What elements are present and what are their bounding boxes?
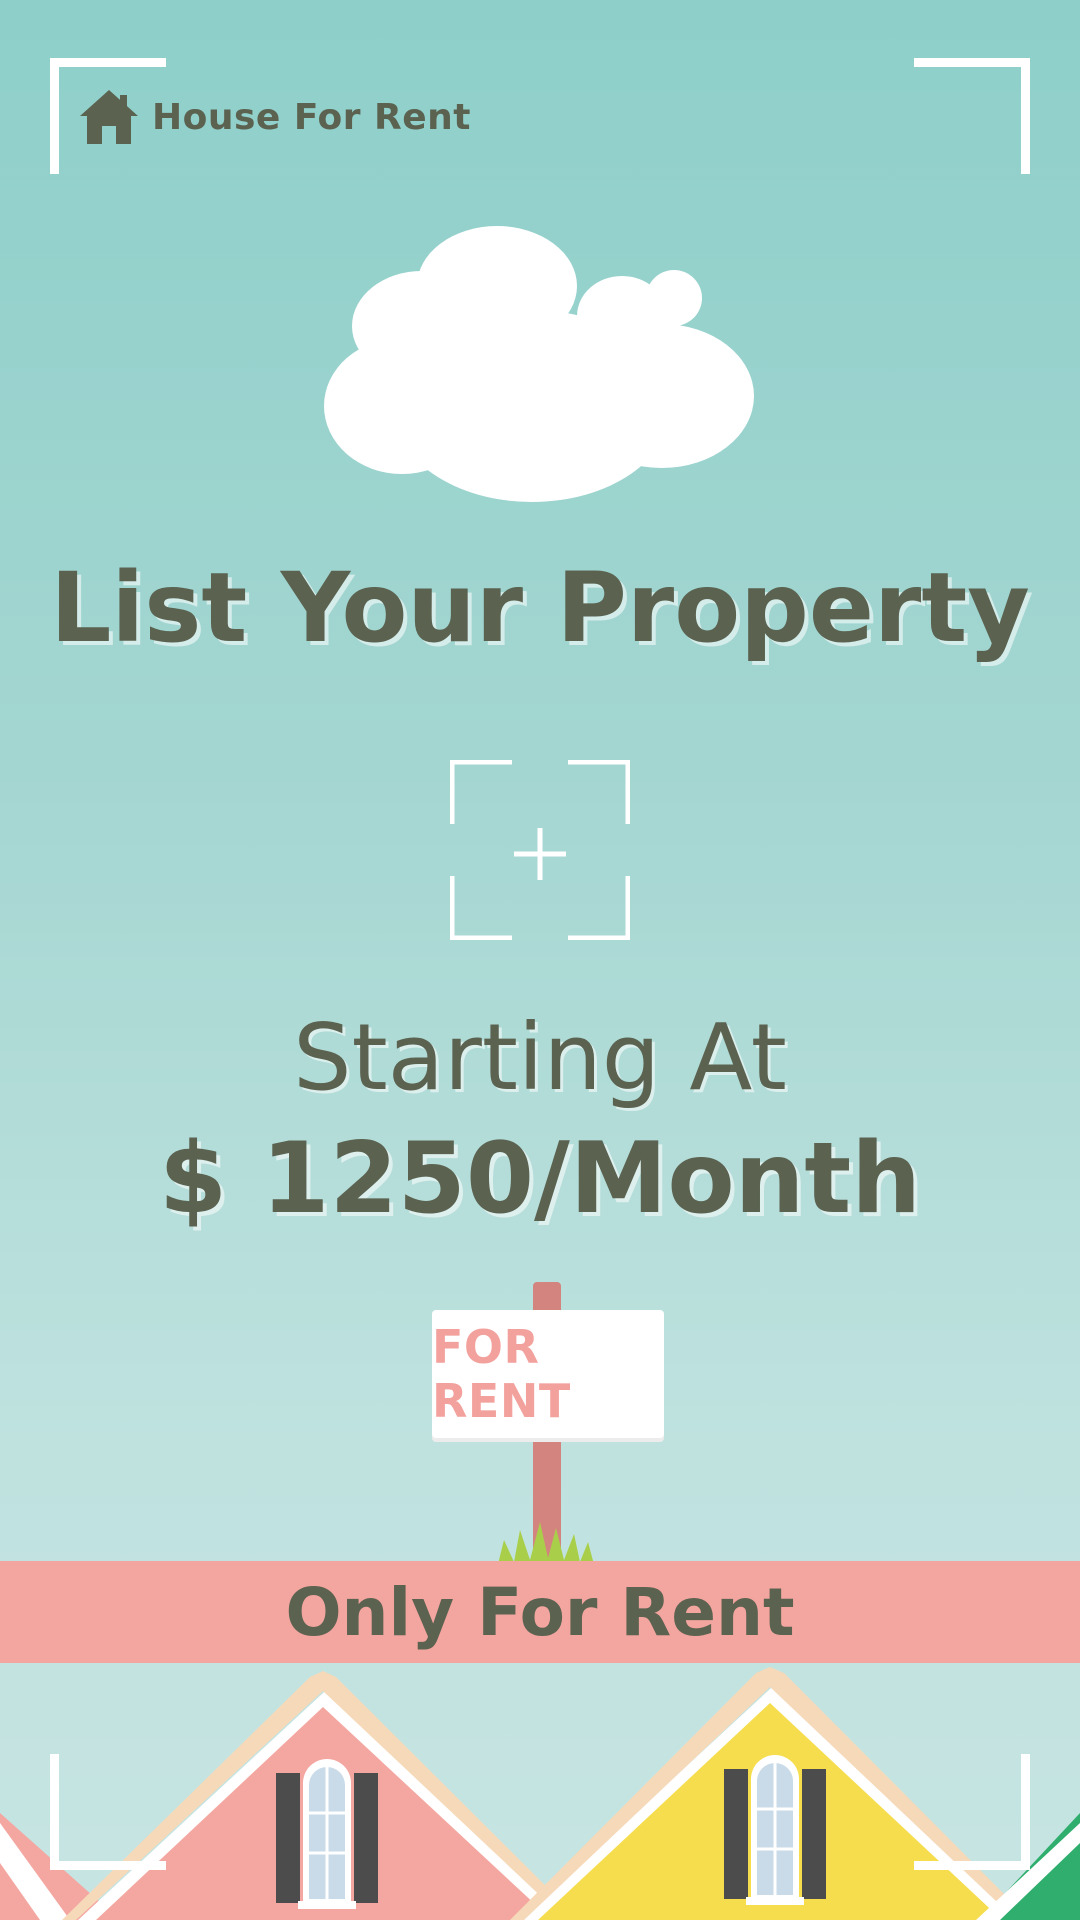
headline: List Your Property	[50, 552, 1030, 664]
sign-text: FOR RENT	[432, 1320, 571, 1428]
frame-corner-bottom-right	[914, 1754, 1030, 1870]
brand-logo: House For Rent	[78, 86, 471, 148]
banner-text: Only For Rent	[285, 1573, 795, 1651]
for-rent-sign: FOR RENT	[432, 1310, 664, 1438]
pricing-amount: $ 1250/Month	[158, 1122, 922, 1236]
brand-name: House For Rent	[152, 96, 471, 138]
pricing-intro: Starting At	[293, 1004, 787, 1111]
add-photo-icon[interactable]	[450, 760, 630, 940]
promo-banner: Only For Rent	[0, 1561, 1080, 1663]
frame-corner-top-right	[914, 58, 1030, 174]
cloud-illustration	[324, 226, 754, 502]
house-icon	[80, 90, 138, 144]
frame-corner-bottom-left	[50, 1754, 166, 1870]
